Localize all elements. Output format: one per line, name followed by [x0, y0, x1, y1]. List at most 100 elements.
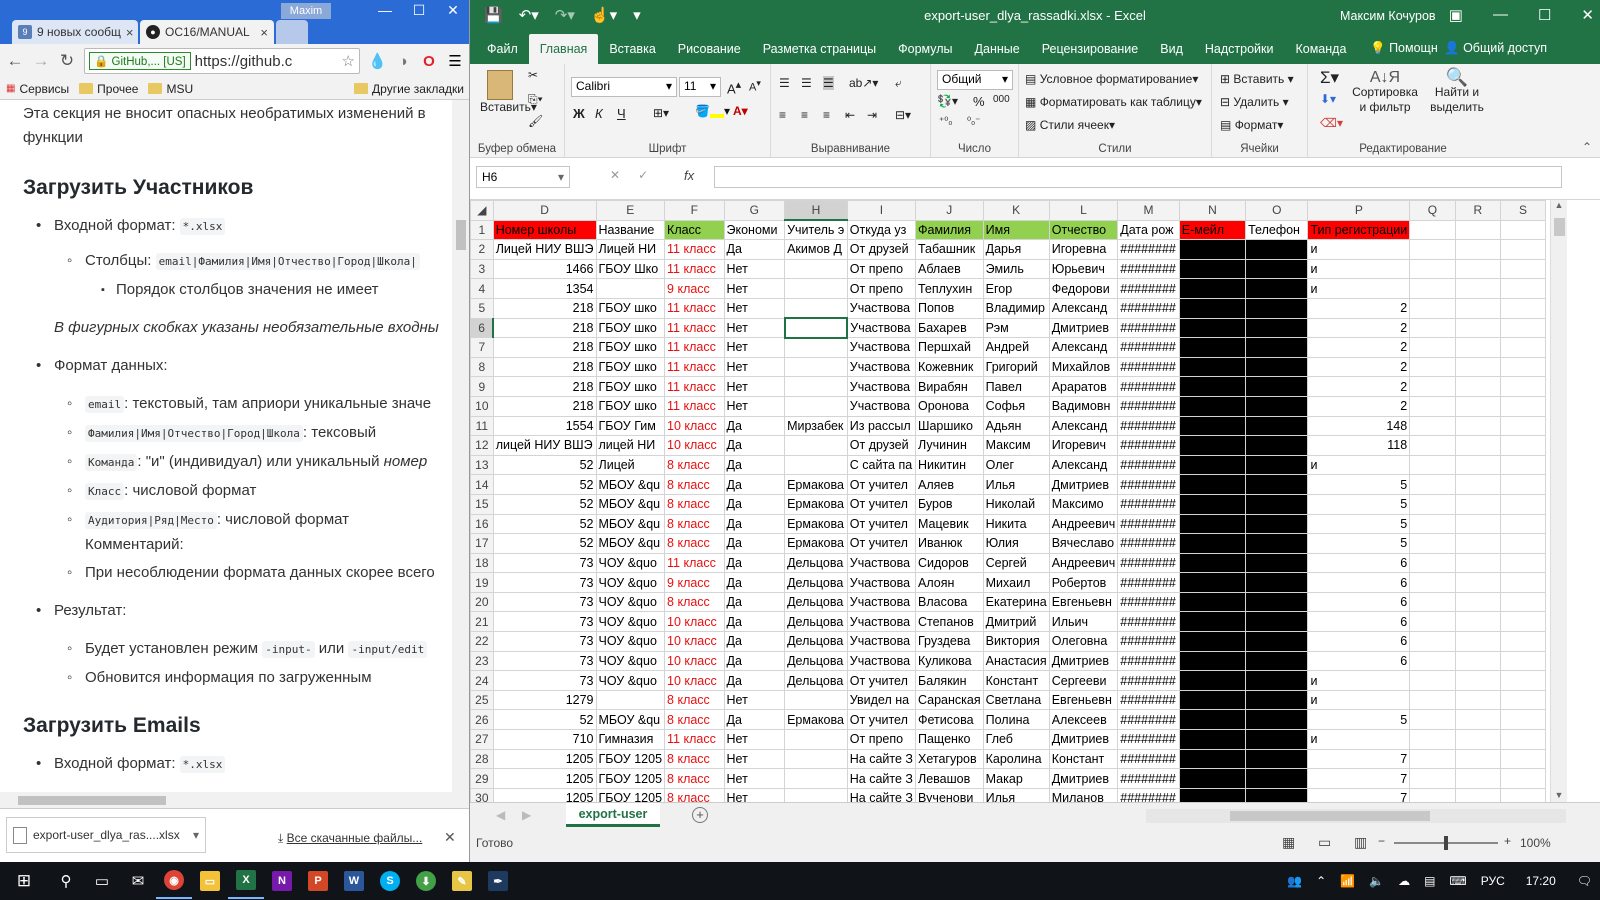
- cell[interactable]: Да: [723, 572, 786, 593]
- cell[interactable]: 8-915-628: [1245, 474, 1309, 495]
- close-icon[interactable]: ✕: [444, 829, 456, 846]
- cell[interactable]: 2: [1307, 395, 1411, 417]
- cell[interactable]: Вячеславо: [1048, 533, 1119, 554]
- cell[interactable]: От препо: [846, 278, 916, 299]
- cell[interactable]: [1499, 376, 1546, 397]
- cell[interactable]: Да: [723, 631, 786, 652]
- show-all-downloads-link[interactable]: ⤓ Все скачанные файлы...: [278, 831, 422, 846]
- sheet-horizontal-scrollbar[interactable]: [1146, 809, 1566, 823]
- next-sheet-icon[interactable]: ▶: [522, 808, 531, 822]
- cell[interactable]: 8 класс: [664, 474, 725, 495]
- skype-app-icon[interactable]: S: [372, 863, 408, 899]
- cell[interactable]: [1409, 513, 1456, 535]
- sort-filter-button[interactable]: A↓Я Сортировка и фильтр: [1352, 70, 1418, 115]
- bookmark-star-icon[interactable]: ☆: [342, 52, 355, 70]
- powerpoint-app-icon[interactable]: P: [300, 863, 336, 899]
- decrease-decimal-icon[interactable]: ⁰₀⁻: [967, 116, 980, 127]
- select-all-corner[interactable]: ◢: [470, 200, 494, 221]
- word-app-icon[interactable]: W: [336, 863, 372, 899]
- minimize-icon[interactable]: —: [1493, 6, 1508, 24]
- cell[interactable]: Участвова: [846, 650, 916, 672]
- cell[interactable]: Евгеньевн: [1048, 591, 1119, 613]
- cell[interactable]: ########: [1117, 787, 1180, 802]
- cell[interactable]: Да: [723, 533, 786, 554]
- cell[interactable]: Ермакова: [784, 493, 848, 515]
- cell[interactable]: ########: [1117, 572, 1180, 593]
- forward-icon[interactable]: →: [32, 51, 50, 71]
- cell[interactable]: МБОУ &qu: [595, 533, 666, 554]
- cell[interactable]: ЧОУ &quo: [595, 670, 666, 691]
- start-icon[interactable]: ⊞: [0, 863, 48, 899]
- cell[interactable]: От учител: [846, 709, 916, 731]
- chevron-up-icon[interactable]: ⌃: [1316, 874, 1326, 888]
- cell[interactable]: 8-915-615: [1245, 533, 1309, 554]
- cell[interactable]: 8 класс: [664, 591, 725, 613]
- cell[interactable]: Табашник: [914, 239, 984, 260]
- cell[interactable]: ########: [1117, 650, 1180, 672]
- cell[interactable]: ГБОУ Гим: [595, 415, 666, 437]
- cell[interactable]: Лицей НИУ ВШЭ: [492, 239, 597, 260]
- cell[interactable]: [1454, 337, 1501, 358]
- cell[interactable]: [1499, 748, 1546, 770]
- cell[interactable]: 52: [492, 533, 597, 554]
- cell[interactable]: Алексеев: [1048, 709, 1119, 731]
- column-header[interactable]: S: [1499, 200, 1546, 221]
- cell[interactable]: [1499, 493, 1546, 515]
- task-view-icon[interactable]: ▭: [84, 863, 120, 899]
- delete-cells-button[interactable]: ⊟ Удалить ▾: [1220, 95, 1289, 109]
- cell[interactable]: 8 (964) 52: [1245, 415, 1309, 437]
- cell[interactable]: [784, 454, 848, 476]
- language-indicator[interactable]: РУС: [1481, 874, 1505, 888]
- cell[interactable]: ########: [1117, 415, 1180, 437]
- cell[interactable]: Гимназия: [595, 729, 666, 750]
- cell[interactable]: Олеговна: [1048, 631, 1119, 652]
- header-cell[interactable]: Экономи: [723, 219, 786, 241]
- mail-app-icon[interactable]: ✉: [120, 863, 156, 899]
- column-header[interactable]: H: [784, 200, 848, 222]
- cell[interactable]: makar.lev: [1178, 768, 1247, 789]
- cell[interactable]: Бахарев: [914, 317, 984, 339]
- cell[interactable]: Нет: [723, 395, 786, 417]
- scroll-thumb[interactable]: [1230, 811, 1430, 821]
- cell[interactable]: [1499, 239, 1546, 260]
- cell[interactable]: лицей НИ: [595, 435, 666, 456]
- tab-page-layout[interactable]: Разметка страницы: [752, 34, 887, 64]
- cell[interactable]: Светлана: [982, 689, 1050, 711]
- cell[interactable]: ГБОУ шко: [595, 337, 666, 358]
- browser-tab-mail[interactable]: 9 9 новых сообщ ×: [12, 20, 138, 44]
- cell[interactable]: ########: [1117, 454, 1180, 476]
- cell[interactable]: Владимир: [982, 297, 1050, 319]
- cell[interactable]: ########: [1117, 611, 1180, 633]
- header-cell[interactable]: Номер школы: [492, 219, 597, 241]
- cell[interactable]: Лучинин: [914, 435, 984, 456]
- cell[interactable]: Саранская: [914, 689, 984, 711]
- cell[interactable]: Вадимовн: [1048, 395, 1119, 417]
- cell[interactable]: Теплухин: [914, 278, 984, 299]
- cell[interactable]: [1499, 474, 1546, 495]
- download-item[interactable]: export-user_dlya_ras....xlsx ▾: [6, 817, 206, 853]
- cell[interactable]: burovkol: [1178, 493, 1247, 515]
- cell[interactable]: [784, 278, 848, 299]
- cell[interactable]: [1409, 689, 1456, 711]
- row-number[interactable]: 4: [470, 278, 494, 299]
- cell[interactable]: МБОУ &qu: [595, 493, 666, 515]
- cell[interactable]: ########: [1117, 297, 1180, 319]
- cell[interactable]: [1499, 709, 1546, 731]
- cell[interactable]: 2: [1307, 317, 1411, 339]
- cell[interactable]: 11 класс: [664, 239, 725, 260]
- cell[interactable]: mikhail.al: [1178, 572, 1247, 593]
- cell[interactable]: [784, 376, 848, 397]
- cell[interactable]: Илья: [982, 474, 1050, 495]
- cell[interactable]: От препо: [846, 258, 916, 280]
- cell[interactable]: Груздева: [914, 631, 984, 652]
- cell[interactable]: [1409, 258, 1456, 280]
- cell[interactable]: 218: [492, 356, 597, 378]
- cell[interactable]: 52: [492, 493, 597, 515]
- chevron-down-icon[interactable]: ▾: [193, 828, 199, 842]
- cell[interactable]: [1454, 435, 1501, 456]
- cell[interactable]: Софья: [982, 395, 1050, 417]
- ribbon-display-icon[interactable]: ▣: [1449, 6, 1463, 24]
- cell[interactable]: Виктория: [982, 631, 1050, 652]
- cell[interactable]: 11 класс: [664, 297, 725, 319]
- cell[interactable]: 73: [492, 611, 597, 633]
